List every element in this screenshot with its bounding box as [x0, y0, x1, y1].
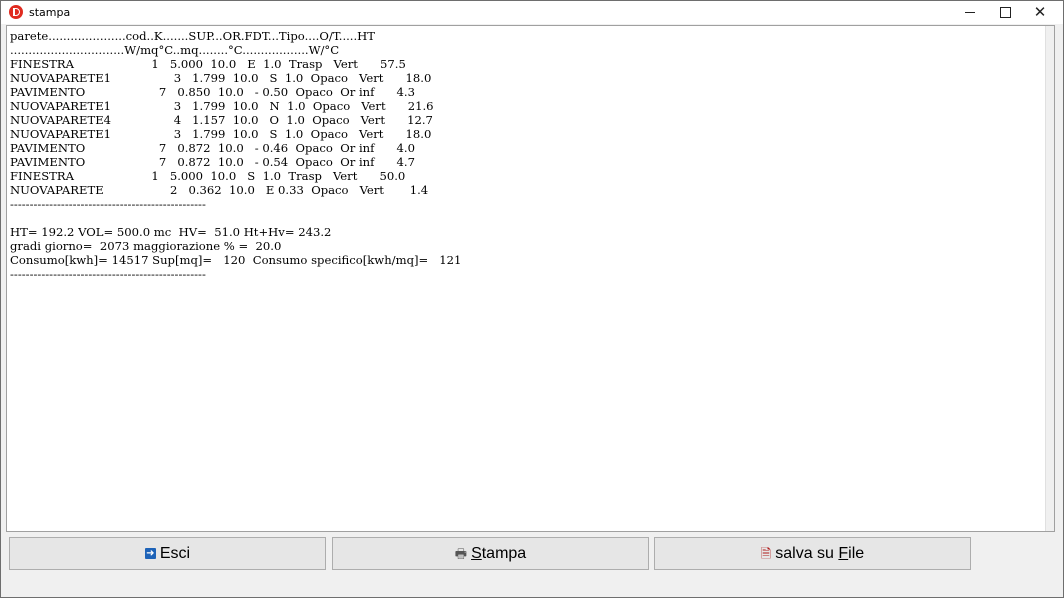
report-line: ----------------------------------------… [10, 197, 206, 211]
app-icon [9, 5, 23, 19]
salva-label-rest: ile [848, 544, 865, 562]
report-line: NUOVAPARETE1 3 1.799 10.0 S 1.0 Opaco Ve… [10, 71, 432, 85]
stampa-label-rest: tampa [481, 544, 527, 562]
close-icon: ✕ [1033, 3, 1047, 21]
report-line: PAVIMENTO 7 0.872 10.0 - 0.46 Opaco Or i… [10, 141, 415, 155]
report-line: NUOVAPARETE4 4 1.157 10.0 O 1.0 Opaco Ve… [10, 113, 433, 127]
report-line: parete.....................cod..K.......… [10, 29, 376, 43]
report-line: gradi giorno= 2073 maggiorazione % = 20.… [10, 239, 282, 253]
vertical-scrollbar[interactable] [1045, 26, 1054, 531]
stampa-label: Stampa [471, 545, 526, 563]
esci-label: Esci [159, 544, 191, 562]
report-line: HT= 192.2 VOL= 500.0 mc HV= 51.0 Ht+Hv= … [10, 225, 332, 239]
exit-icon: ➜ [144, 548, 156, 559]
report-line: NUOVAPARETE 2 0.362 10.0 E 0.33 Opaco Ve… [10, 183, 429, 197]
esci-button[interactable]: ➜ Esci [9, 537, 326, 570]
save-file-icon: 🗎 [760, 546, 772, 561]
stampa-window: stampa ✕ parete.....................cod.… [0, 0, 1064, 598]
report-line: NUOVAPARETE1 3 1.799 10.0 N 1.0 Opaco Ve… [10, 99, 434, 113]
salva-su-file-button[interactable]: 🗎 salva su File [654, 537, 971, 570]
title-bar[interactable]: stampa ✕ [1, 1, 1063, 24]
printer-icon: 🖶 [454, 546, 468, 561]
report-line: ...............................W/mq°C..m… [10, 43, 340, 57]
maximize-icon [999, 7, 1011, 18]
report-line: FINESTRA 1 5.000 10.0 E 1.0 Trasp Vert 5… [10, 57, 406, 71]
close-button[interactable]: ✕ [1017, 1, 1063, 24]
report-line: Consumo[kwh]= 14517 Sup[mq]= 120 Consumo… [10, 253, 462, 267]
report-line: NUOVAPARETE1 3 1.799 10.0 S 1.0 Opaco Ve… [10, 127, 432, 141]
report-line: FINESTRA 1 5.000 10.0 S 1.0 Trasp Vert 5… [10, 169, 406, 183]
salva-mnemonic: F [838, 544, 849, 562]
salva-label: salva su File [775, 545, 864, 563]
minimize-icon [965, 12, 975, 13]
salva-label-prefix: salva su [775, 544, 839, 562]
stampa-button[interactable]: 🖶 Stampa [332, 537, 649, 570]
window-title: stampa [29, 6, 71, 19]
report-line: PAVIMENTO 7 0.850 10.0 - 0.50 Opaco Or i… [10, 85, 415, 99]
report-line: ----------------------------------------… [10, 267, 206, 281]
button-bar: ➜ Esci 🖶 Stampa 🗎 salva su File [6, 535, 1058, 575]
stampa-mnemonic: S [471, 544, 482, 562]
bottom-border-strip [1, 578, 1063, 597]
report-line: PAVIMENTO 7 0.872 10.0 - 0.54 Opaco Or i… [10, 155, 415, 169]
report-content: parete.....................cod..K.......… [7, 26, 1054, 281]
report-text-area[interactable]: parete.....................cod..K.......… [6, 25, 1055, 532]
